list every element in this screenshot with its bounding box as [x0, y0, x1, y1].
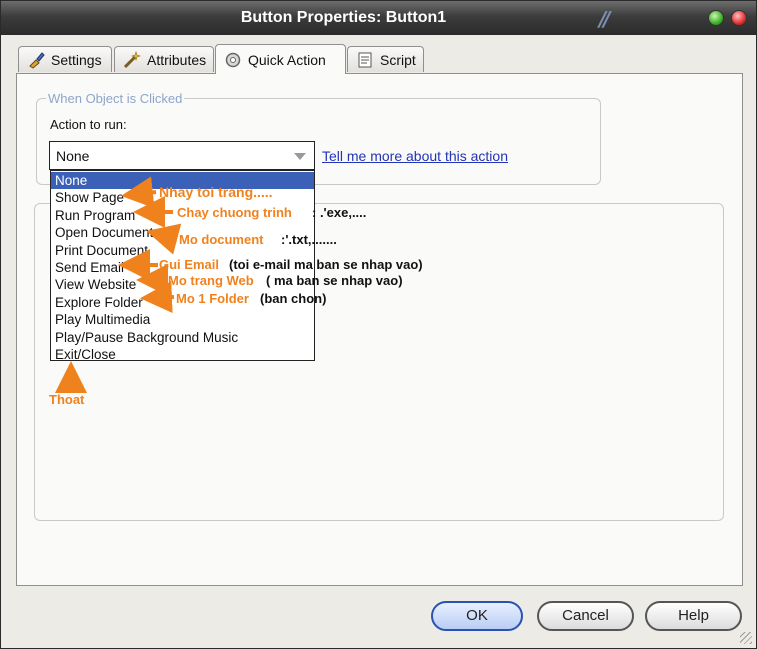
chevron-down-icon[interactable]: [294, 153, 306, 160]
action-select[interactable]: None: [49, 141, 315, 170]
annotation-run-program: Chay chuong trinh: [177, 205, 292, 220]
gear-icon: [224, 51, 242, 69]
script-icon: [356, 51, 374, 69]
option-play-pause-music[interactable]: Play/Pause Background Music: [51, 329, 314, 346]
action-to-run-label: Action to run:: [50, 117, 127, 132]
tab-script-label: Script: [380, 51, 416, 68]
wand-icon: [123, 50, 141, 69]
option-play-multimedia[interactable]: Play Multimedia: [51, 311, 314, 328]
annotation-explore-folder-ext: (ban chon): [260, 291, 327, 306]
tab-attributes-label: Attributes: [147, 51, 207, 68]
action-select-value: None: [56, 148, 90, 164]
tab-settings-label: Settings: [51, 51, 102, 68]
dialog-window: Button Properties: Button1 // Settings A…: [0, 0, 757, 649]
title-bar[interactable]: Button Properties: Button1 //: [1, 1, 756, 35]
annotation-send-email: Gui Email: [159, 257, 219, 272]
annotation-view-website-ext: ( ma ban se nhap vao): [266, 273, 403, 288]
tab-quick-action[interactable]: Quick Action: [215, 44, 346, 74]
annotation-show-page: Nhay toi trang.....: [159, 184, 273, 200]
maximize-button[interactable]: [708, 10, 724, 26]
button-bar: [1, 589, 756, 648]
ok-button[interactable]: OK: [431, 601, 523, 631]
tab-quick-action-label: Quick Action: [248, 51, 326, 68]
tab-attributes[interactable]: Attributes: [114, 46, 214, 72]
brush-icon: [27, 51, 45, 69]
annotation-view-website: Mo trang Web: [168, 273, 254, 288]
annotation-send-email-ext: (toi e-mail ma ban se nhap vao): [229, 257, 423, 272]
help-button[interactable]: Help: [645, 601, 742, 631]
annotation-run-program-ext: : .'exe,....: [312, 205, 367, 220]
tab-settings[interactable]: Settings: [18, 46, 112, 72]
option-exit-close[interactable]: Exit/Close: [51, 346, 314, 363]
window-title: Button Properties: Button1: [240, 9, 447, 26]
tab-script[interactable]: Script: [347, 46, 424, 72]
annotation-open-document: Mo document: [179, 232, 264, 247]
app-logo: //: [599, 7, 611, 31]
group-title: When Object is Clicked: [46, 91, 185, 106]
close-button[interactable]: [731, 10, 747, 26]
tell-me-more-link[interactable]: Tell me more about this action: [322, 148, 508, 164]
cancel-button[interactable]: Cancel: [537, 601, 634, 631]
annotation-explore-folder: Mo 1 Folder: [176, 291, 249, 306]
annotation-open-document-ext: :'.txt,.......: [281, 232, 337, 247]
resize-grip[interactable]: [740, 632, 752, 644]
annotation-exit-close: Thoat: [49, 392, 85, 407]
